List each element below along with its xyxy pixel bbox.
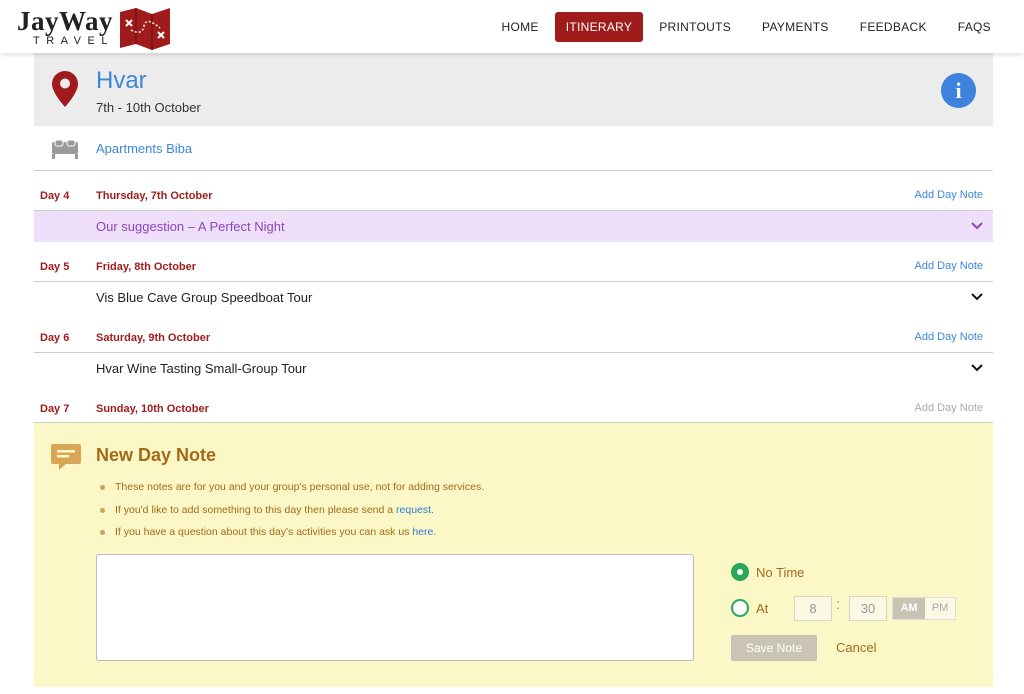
info-icon[interactable]: i [941,73,976,108]
map-logo-icon [120,8,170,50]
cancel-button[interactable]: Cancel [836,640,876,655]
day-header-row: Day 5 Friday, 8th October Add Day Note [34,242,993,282]
time-separator: : [836,596,841,613]
item-title: Our suggestion – A Perfect Night [96,219,285,234]
destination-name[interactable]: Hvar [96,67,147,95]
accommodation-row: Apartments Biba [34,126,993,171]
day-date: Sunday, 10th October [96,403,209,415]
here-link[interactable]: here. [412,526,436,538]
brand-name: JayWay [17,6,114,36]
nav-home[interactable]: HOME [487,12,554,42]
nav-payments[interactable]: PAYMENTS [747,12,844,42]
day-date: Saturday, 9th October [96,332,211,344]
instruction-item: If you'd like to add something to this d… [100,504,484,527]
minute-input[interactable]: 30 [849,596,887,621]
day-header-row: Day 4 Thursday, 7th October Add Day Note [34,171,993,211]
activity-item[interactable]: Vis Blue Cave Group Speedboat Tour [34,282,993,313]
at-time-radio[interactable] [731,599,749,617]
at-label: At [756,601,769,616]
am-pm-toggle: AM PM [892,597,956,620]
add-day-note-link[interactable]: Add Day Note [915,260,983,272]
add-day-note-link[interactable]: Add Day Note [915,331,983,343]
day-header-row: Day 6 Saturday, 9th October Add Day Note [34,313,993,353]
nav-feedback[interactable]: FEEDBACK [845,12,942,42]
activity-item[interactable]: Hvar Wine Tasting Small-Group Tour [34,353,993,384]
instruction-item: These notes are for you and your group's… [100,481,484,504]
save-note-button[interactable]: Save Note [731,635,817,661]
day-number: Day 4 [40,190,70,202]
accommodation-link[interactable]: Apartments Biba [96,141,192,156]
instruction-text: If you'd like to add something to this d… [115,503,397,516]
day-number: Day 7 [40,403,70,415]
instruction-item: If you have a question about this day's … [100,526,484,549]
day-date: Friday, 8th October [96,261,197,273]
note-icon [51,444,81,470]
suggestion-item[interactable]: Our suggestion – A Perfect Night [34,211,993,242]
instruction-text: If you have a question about this day's … [115,526,413,538]
nav-faqs[interactable]: FAQS [943,12,1006,42]
add-day-note-link: Add Day Note [914,402,983,414]
new-day-note-panel: New Day Note These notes are for you and… [34,423,993,687]
main-nav: HOME ITINERARY PRINTOUTS PAYMENTS FEEDBA… [486,12,1006,42]
chevron-down-icon[interactable] [971,363,983,373]
location-pin-icon [52,71,78,107]
day-date: Thursday, 7th October [96,190,213,202]
am-button[interactable]: AM [893,598,925,619]
nav-printouts[interactable]: PRINTOUTS [644,12,746,42]
day-number: Day 6 [40,332,70,344]
note-textarea[interactable] [96,554,694,661]
chevron-down-icon[interactable] [971,292,983,302]
bed-icon [52,139,78,159]
instruction-text: These notes are for you and your group's… [115,481,485,493]
day-number: Day 5 [40,261,70,273]
brand-subname: TRAVEL [33,35,114,47]
no-time-label: No Time [756,565,805,580]
request-link[interactable]: request. [396,504,434,516]
note-panel-title: New Day Note [96,445,217,465]
destination-dates: 7th - 10th October [96,100,201,115]
no-time-radio[interactable] [731,563,749,581]
add-day-note-link[interactable]: Add Day Note [915,189,983,201]
top-header: JayWay TRAVEL HOME ITINERARY PRINTOUTS P… [0,0,1024,53]
nav-itinerary[interactable]: ITINERARY [554,12,644,42]
item-title: Vis Blue Cave Group Speedboat Tour [96,290,313,305]
note-instructions: These notes are for you and your group's… [100,481,484,549]
pm-button[interactable]: PM [925,598,955,619]
destination-header: Hvar 7th - 10th October i [34,53,993,126]
hour-input[interactable]: 8 [794,596,832,621]
day-header-row: Day 7 Sunday, 10th October Add Day Note [34,384,993,423]
chevron-down-icon[interactable] [971,221,983,231]
item-title: Hvar Wine Tasting Small-Group Tour [96,361,307,376]
